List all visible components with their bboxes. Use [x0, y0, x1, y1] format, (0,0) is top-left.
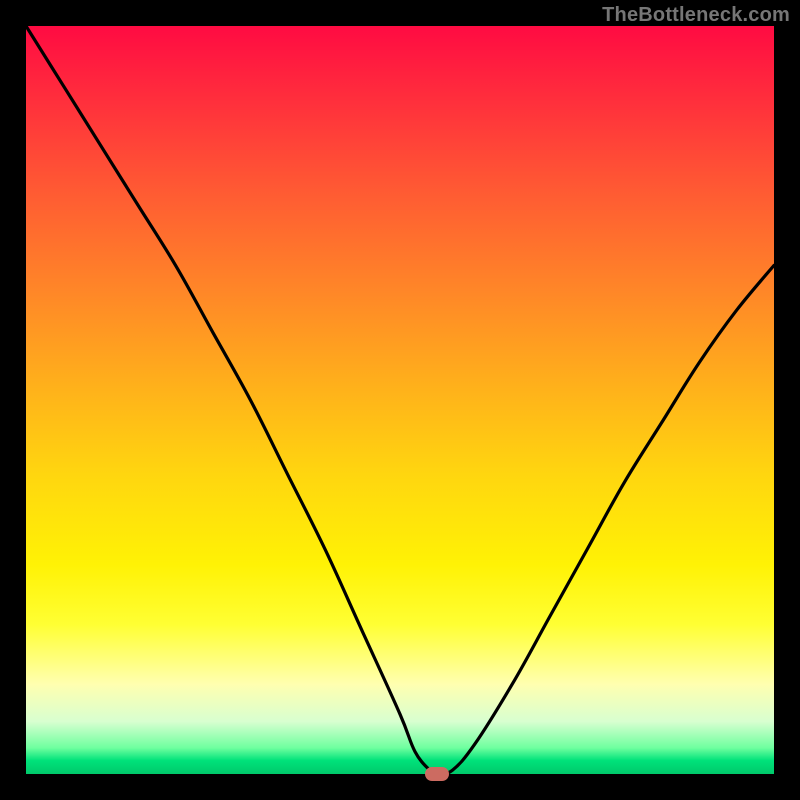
- optimum-marker: [425, 767, 449, 781]
- watermark-text: TheBottleneck.com: [602, 4, 790, 27]
- curve-svg: [26, 26, 774, 774]
- bottleneck-curve: [26, 26, 774, 774]
- chart-frame: TheBottleneck.com: [0, 0, 800, 800]
- plot-area: [26, 26, 774, 774]
